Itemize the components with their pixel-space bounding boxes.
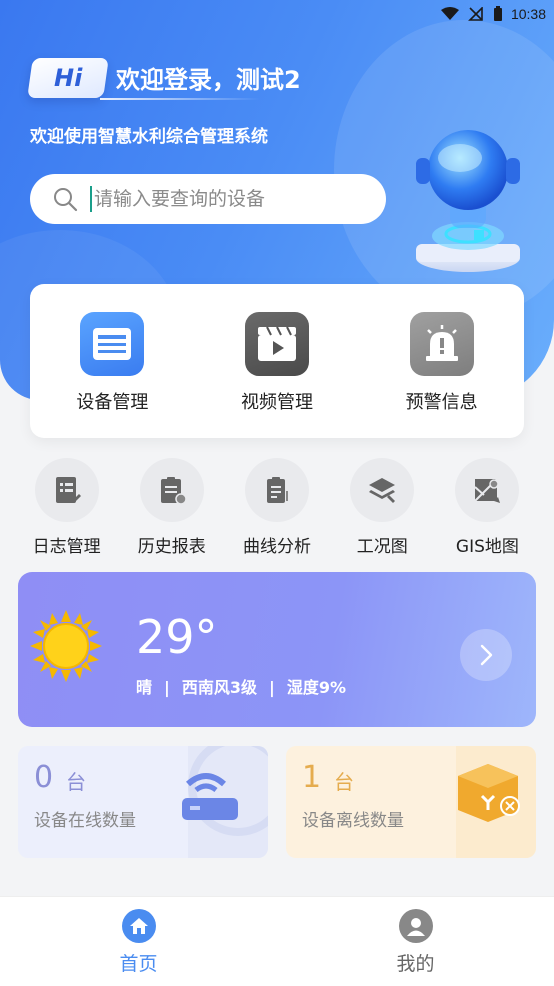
signal-off-icon — [468, 7, 483, 21]
history-report-label: 历史报表 — [137, 537, 206, 557]
offline-unit: 台 — [334, 770, 354, 794]
text-cursor — [90, 186, 92, 212]
tab-mine-label: 我的 — [396, 953, 435, 975]
weather-wind: 西南风3级 — [181, 678, 257, 697]
working-condition-label: 工况图 — [356, 537, 408, 557]
router-icon — [182, 746, 268, 858]
alarm-info-button[interactable]: 预警信息 — [359, 284, 524, 438]
welcome-title: 欢迎登录，测试2 — [116, 66, 301, 94]
weather-separator: | — [269, 678, 275, 697]
device-management-label: 设备管理 — [76, 392, 149, 413]
map-icon — [455, 458, 520, 522]
curve-analysis-button[interactable]: 曲线分析 — [224, 458, 329, 557]
video-management-label: 视频管理 — [241, 392, 313, 413]
offline-devices-card[interactable]: 1 台 设备离线数量 — [286, 746, 536, 858]
quick-actions: 日志管理 历史报表 曲线分析 工况图 GIS地图 — [14, 458, 540, 557]
main-actions-card: 设备管理 视频管理 预警信息 — [30, 284, 524, 438]
status-bar: 10:38 — [0, 0, 554, 28]
tab-home-label: 首页 — [119, 953, 158, 975]
weather-humidity: 湿度9% — [286, 678, 347, 697]
search-icon — [54, 188, 78, 212]
weather-temperature: 29° — [136, 610, 218, 664]
gis-map-label: GIS地图 — [455, 537, 519, 557]
video-icon — [245, 312, 309, 376]
video-management-button[interactable]: 视频管理 — [195, 284, 360, 438]
system-subtitle: 欢迎使用智慧水利综合管理系统 — [30, 127, 268, 147]
online-unit: 台 — [66, 770, 86, 794]
online-devices-card[interactable]: 0 台 设备在线数量 — [18, 746, 268, 858]
weather-card[interactable]: 29° 晴 | 西南风3级 | 湿度9% — [18, 572, 536, 727]
weather-description: 晴 | 西南风3级 | 湿度9% — [136, 674, 346, 698]
curve-analysis-label: 曲线分析 — [243, 537, 311, 557]
chevron-right-icon — [480, 644, 493, 666]
sun-icon — [30, 610, 102, 682]
working-condition-button[interactable]: 工况图 — [330, 458, 435, 557]
online-count: 0 — [34, 760, 54, 795]
welcome-underline — [100, 98, 260, 100]
history-report-button[interactable]: 历史报表 — [119, 458, 224, 557]
device-list-icon — [80, 312, 145, 376]
search-input[interactable] — [94, 188, 374, 210]
offline-label: 设备离线数量 — [302, 811, 404, 831]
device-management-button[interactable]: 设备管理 — [30, 284, 195, 438]
search-bar[interactable] — [30, 174, 386, 224]
hi-badge: Hi — [27, 58, 109, 98]
curve-analysis-icon — [245, 458, 309, 522]
weather-condition: 晴 — [136, 678, 153, 697]
battery-icon — [493, 6, 502, 21]
status-time: 10:38 — [510, 6, 546, 22]
history-report-icon — [139, 458, 204, 522]
log-management-button[interactable]: 日志管理 — [14, 458, 119, 557]
tab-home[interactable]: 首页 — [0, 897, 277, 986]
weather-separator: | — [164, 678, 170, 697]
gis-map-button[interactable]: GIS地图 — [435, 458, 540, 557]
home-icon — [121, 909, 156, 943]
hi-badge-text: Hi — [53, 64, 83, 92]
box-offline-icon — [456, 746, 536, 858]
alarm-info-label: 预警信息 — [405, 392, 478, 413]
weather-detail-button[interactable] — [460, 629, 512, 681]
bottom-tab-bar: 首页 我的 — [0, 896, 554, 986]
log-icon — [34, 458, 99, 522]
offline-count: 1 — [302, 760, 322, 795]
layers-icon — [350, 458, 415, 522]
wifi-icon — [440, 7, 459, 20]
alarm-icon — [409, 312, 474, 376]
online-label: 设备在线数量 — [34, 811, 136, 831]
user-icon — [398, 909, 433, 943]
log-management-label: 日志管理 — [32, 537, 101, 557]
robot-illustration — [416, 130, 520, 272]
tab-mine[interactable]: 我的 — [277, 897, 554, 986]
